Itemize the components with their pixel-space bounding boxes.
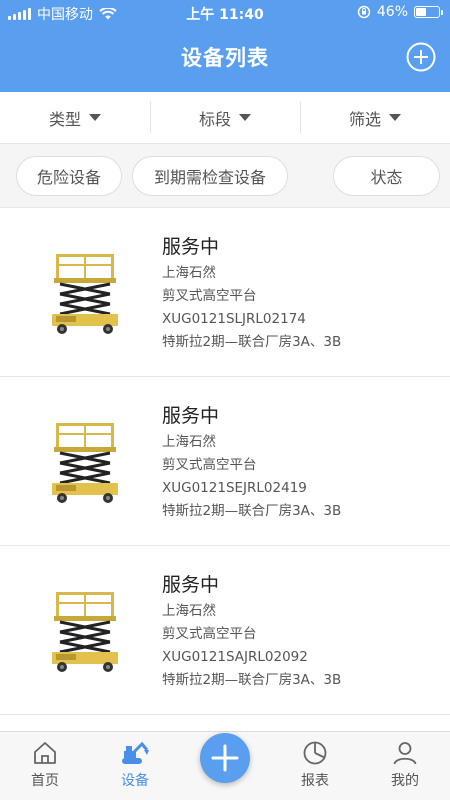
tab-home[interactable]: 首页 — [5, 740, 85, 790]
caret-down-icon — [89, 114, 101, 121]
center-add-button[interactable] — [200, 733, 250, 783]
filter-more-label: 筛选 — [348, 109, 381, 129]
quick-filter-chips: 危险设备 到期需检查设备 状态 — [0, 144, 450, 208]
device-company: 上海石然 — [162, 603, 216, 619]
tab-devices[interactable]: 设备 — [95, 740, 175, 790]
pie-chart-icon — [303, 741, 327, 765]
device-type: 剪叉式高空平台 — [162, 288, 257, 304]
tab-profile-label: 我的 — [391, 773, 419, 789]
device-type: 剪叉式高空平台 — [162, 457, 257, 473]
filter-section-label: 标段 — [198, 109, 231, 129]
device-location: 特斯拉2期—联合厂房3A、3B — [162, 334, 342, 350]
tab-reports-label: 报表 — [301, 773, 329, 789]
tab-home-label: 首页 — [31, 773, 59, 789]
device-list: 服务中 上海石然 剪叉式高空平台 XUG0121SLJRL02174 特斯拉2期… — [0, 208, 450, 731]
device-list-item[interactable]: 服务中 上海石然 剪叉式高空平台 XUG0121SAJRL02092 特斯拉2期… — [0, 546, 450, 715]
device-serial: XUG0121SEJRL02419 — [162, 480, 307, 496]
device-status: 服务中 — [162, 236, 220, 258]
device-serial: XUG0121SLJRL02174 — [162, 311, 306, 327]
device-company: 上海石然 — [162, 434, 216, 450]
excavator-icon — [122, 741, 149, 764]
filter-more[interactable]: 筛选 — [300, 92, 450, 143]
device-company: 上海石然 — [162, 265, 216, 281]
device-list-item[interactable]: 服务中 上海石然 剪叉式高空平台 XUG0121SLJRL02174 特斯拉2期… — [0, 208, 450, 377]
device-status: 服务中 — [162, 574, 220, 596]
add-device-icon[interactable] — [406, 42, 436, 72]
chip-dangerous-devices[interactable]: 危险设备 — [16, 156, 122, 196]
caret-down-icon — [389, 114, 401, 121]
filter-type-label: 类型 — [48, 109, 81, 129]
tab-reports[interactable]: 报表 — [275, 740, 355, 790]
app-header: 中国移动 上午 11:40 46% 设备列表 — [0, 0, 450, 92]
page-title: 设备列表 — [181, 46, 269, 70]
user-icon — [393, 742, 417, 765]
status-bar: 中国移动 上午 11:40 46% — [0, 0, 450, 26]
battery-percent: 46% — [376, 4, 408, 20]
battery-icon — [414, 6, 443, 18]
caret-down-icon — [239, 114, 251, 121]
device-list-item[interactable]: 服务中 上海石然 剪叉式高空平台 XUG0121SEJRL02419 特斯拉2期… — [0, 377, 450, 546]
tab-profile[interactable]: 我的 — [365, 740, 445, 790]
plus-icon — [211, 744, 239, 772]
filter-section[interactable]: 标段 — [150, 92, 300, 143]
device-location: 特斯拉2期—联合厂房3A、3B — [162, 503, 342, 519]
device-serial: XUG0121SAJRL02092 — [162, 649, 308, 665]
device-location: 特斯拉2期—联合厂房3A、3B — [162, 672, 342, 688]
filter-bar: 类型 标段 筛选 — [0, 92, 450, 144]
home-icon — [34, 742, 56, 764]
scissor-lift-image — [52, 423, 118, 503]
chip-status[interactable]: 状态 — [333, 156, 440, 196]
rotation-lock-icon — [357, 5, 371, 19]
device-status: 服务中 — [162, 405, 220, 427]
scissor-lift-image — [52, 592, 118, 672]
chip-inspection-due[interactable]: 到期需检查设备 — [132, 156, 288, 196]
filter-type[interactable]: 类型 — [0, 92, 150, 143]
scissor-lift-image — [52, 254, 118, 334]
device-type: 剪叉式高空平台 — [162, 626, 257, 642]
tab-devices-label: 设备 — [121, 773, 149, 789]
